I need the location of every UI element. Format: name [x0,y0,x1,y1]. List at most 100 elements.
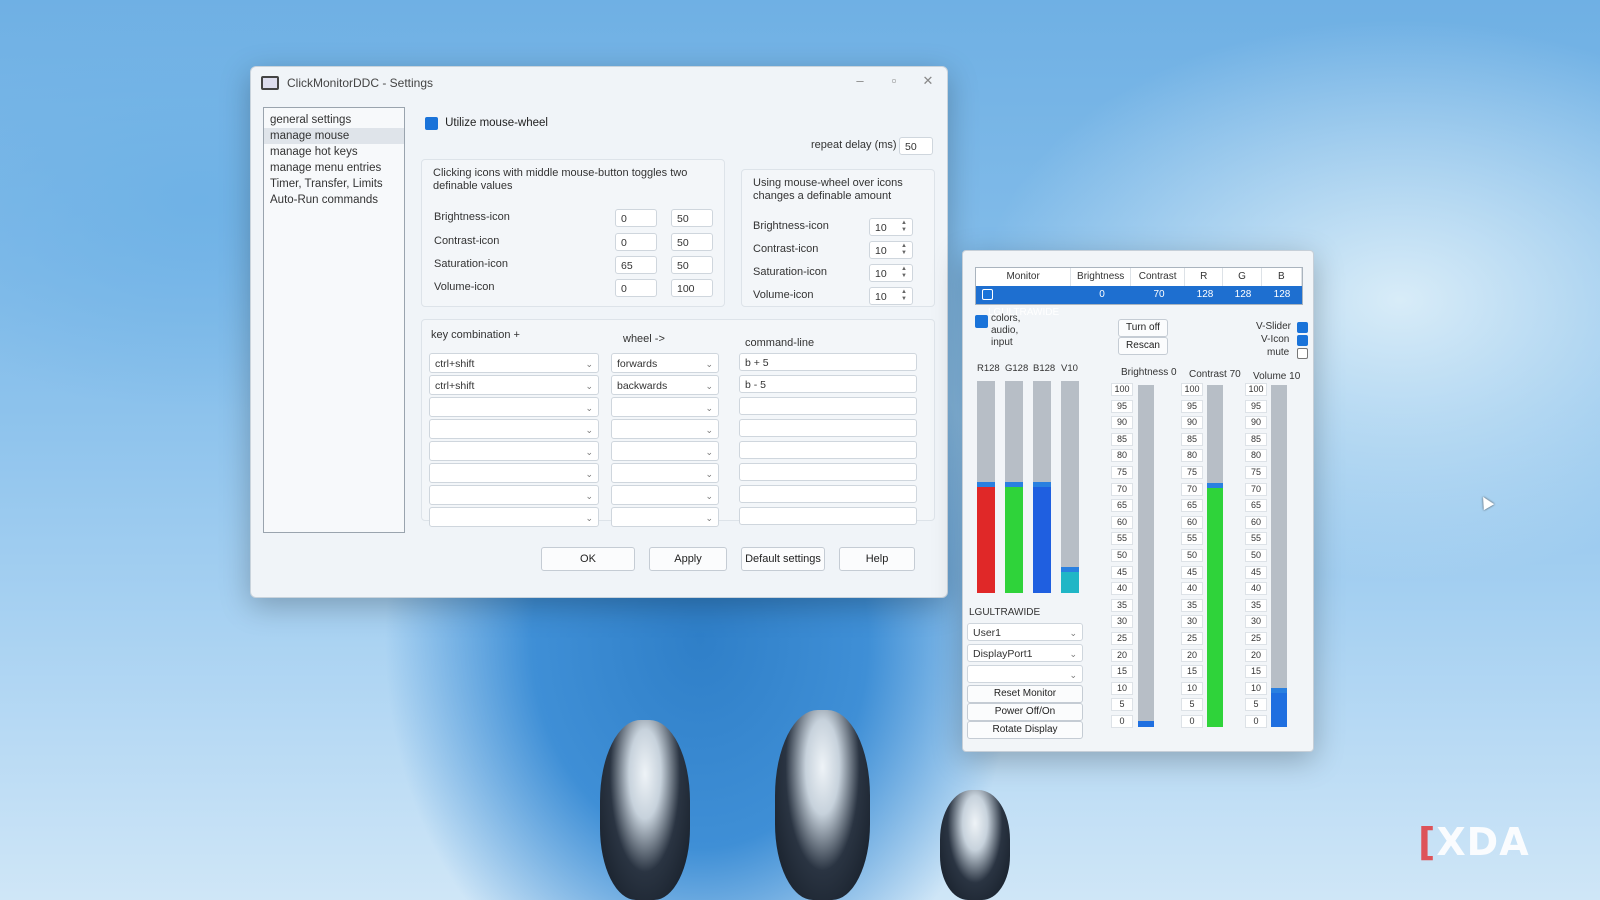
brightness-value-1[interactable]: 0 [615,209,657,227]
contrast-scale-label[interactable]: 0 [1181,715,1203,728]
brightness-scale-label[interactable]: 30 [1111,615,1133,629]
contrast-scale-label[interactable]: 100 [1181,383,1203,396]
contrast-value-2[interactable]: 50 [671,233,713,251]
brightness-value-2[interactable]: 50 [671,209,713,227]
volume-scale-label[interactable]: 55 [1245,532,1267,546]
spinner-arrows-icon[interactable]: ▲ ▼ [901,266,910,280]
nav-item-manage-hot-keys[interactable]: manage hot keys [264,144,404,160]
power-off-on-button[interactable]: Power Off/On [967,703,1083,721]
volume-scale-label[interactable]: 45 [1245,565,1267,579]
preset-select[interactable]: User1 ⌄ [967,623,1083,641]
brightness-amount-spinner[interactable]: 10 ▲ ▼ [869,218,913,236]
spinner-arrows-icon[interactable]: ▲ ▼ [901,289,910,303]
default-settings-button[interactable]: Default settings [741,547,825,571]
contrast-scale-label[interactable]: 70 [1181,482,1203,496]
contrast-scale-label[interactable]: 25 [1181,632,1203,645]
col-r[interactable]: R [1185,268,1224,286]
command-line-input[interactable] [739,485,917,503]
brightness-scale-label[interactable]: 60 [1111,515,1133,529]
wheel-direction-select[interactable]: forwards ⌄ [611,353,719,373]
key-combination-select[interactable]: ⌄ [429,441,599,461]
volume-scale-label[interactable]: 50 [1245,549,1267,562]
command-line-input[interactable] [739,441,917,459]
volume-amount-spinner[interactable]: 10 ▲ ▼ [869,287,913,305]
volume-value-1[interactable]: 0 [615,279,657,297]
command-line-input[interactable]: b + 5 [739,353,917,371]
key-combination-select[interactable]: ctrl+shift ⌄ [429,353,599,373]
monitor-select-checkbox[interactable] [982,288,993,300]
v-slider[interactable] [1061,381,1079,593]
brightness-scale-label[interactable]: 100 [1111,383,1133,396]
brightness-scale-label[interactable]: 45 [1111,565,1133,579]
wheel-direction-select[interactable]: ⌄ [611,485,719,505]
brightness-scale-label[interactable]: 80 [1111,449,1133,463]
saturation-value-1[interactable]: 65 [615,256,657,274]
brightness-scale-label[interactable]: 5 [1111,698,1133,712]
r-slider[interactable] [977,381,995,593]
contrast-amount-spinner[interactable]: 10 ▲ ▼ [869,241,913,259]
contrast-scale-label[interactable]: 60 [1181,515,1203,529]
volume-scale-label[interactable]: 90 [1245,416,1267,430]
command-line-input[interactable] [739,463,917,481]
contrast-scale-label[interactable]: 5 [1181,698,1203,712]
nav-item-timer-transfer-limits[interactable]: Timer, Transfer, Limits [264,176,404,192]
contrast-value-1[interactable]: 0 [615,233,657,251]
volume-scale-label[interactable]: 0 [1245,715,1267,728]
brightness-scale-label[interactable]: 40 [1111,582,1133,596]
key-combination-select[interactable]: ctrl+shift ⌄ [429,375,599,395]
brightness-scale-label[interactable]: 85 [1111,432,1133,446]
monitor-row[interactable]: LGULTRAWIDE 0 70 128 128 128 [976,286,1302,318]
volume-scale-label[interactable]: 10 [1245,681,1267,695]
volume-scale-label[interactable]: 35 [1245,598,1267,612]
brightness-scale-label[interactable]: 15 [1111,665,1133,679]
brightness-scale-label[interactable]: 55 [1111,532,1133,546]
saturation-value-2[interactable]: 50 [671,256,713,274]
minimize-icon[interactable]: – [851,73,869,89]
nav-item-auto-run-commands[interactable]: Auto-Run commands [264,192,404,208]
brightness-scale-label[interactable]: 70 [1111,482,1133,496]
contrast-scale-label[interactable]: 10 [1181,681,1203,695]
col-brightness[interactable]: Brightness [1071,268,1132,286]
contrast-scale-label[interactable]: 45 [1181,565,1203,579]
contrast-scale-label[interactable]: 75 [1181,466,1203,479]
rotate-display-button[interactable]: Rotate Display [967,721,1083,739]
reset-monitor-button[interactable]: Reset Monitor [967,685,1083,703]
brightness-scale-label[interactable]: 50 [1111,549,1133,562]
volume-scale-label[interactable]: 70 [1245,482,1267,496]
col-g[interactable]: G [1223,268,1262,286]
col-contrast[interactable]: Contrast [1131,268,1186,286]
command-line-input[interactable] [739,419,917,437]
brightness-scale-label[interactable]: 10 [1111,681,1133,695]
nav-item-manage-menu-entries[interactable]: manage menu entries [264,160,404,176]
mute-checkbox[interactable] [1297,348,1308,359]
contrast-scale-label[interactable]: 55 [1181,532,1203,546]
wheel-direction-select[interactable]: ⌄ [611,441,719,461]
volume-scale-label[interactable]: 65 [1245,499,1267,513]
v-icon-checkbox[interactable] [1297,335,1308,346]
volume-scale-label[interactable]: 60 [1245,515,1267,529]
wheel-direction-select[interactable]: ⌄ [611,397,719,417]
brightness-scale-label[interactable]: 75 [1111,466,1133,479]
volume-scale-label[interactable]: 95 [1245,399,1267,413]
col-b[interactable]: B [1262,268,1302,286]
wheel-direction-select[interactable]: backwards ⌄ [611,375,719,395]
contrast-scale-label[interactable]: 20 [1181,648,1203,662]
command-line-input[interactable] [739,397,917,415]
volume-scale-label[interactable]: 40 [1245,582,1267,596]
extra-select[interactable]: ⌄ [967,665,1083,683]
key-combination-select[interactable]: ⌄ [429,397,599,417]
key-combination-select[interactable]: ⌄ [429,485,599,505]
contrast-scale-label[interactable]: 30 [1181,615,1203,629]
turn-off-button[interactable]: Turn off [1118,319,1168,337]
contrast-scale-label[interactable]: 80 [1181,449,1203,463]
wheel-direction-select[interactable]: ⌄ [611,463,719,483]
volume-scale-label[interactable]: 85 [1245,432,1267,446]
brightness-scale-label[interactable]: 25 [1111,632,1133,645]
maximize-icon[interactable]: ▫ [885,73,903,89]
contrast-slider[interactable] [1207,385,1223,727]
help-button[interactable]: Help [839,547,915,571]
spinner-arrows-icon[interactable]: ▲ ▼ [901,220,910,234]
spinner-arrows-icon[interactable]: ▲ ▼ [901,243,910,257]
volume-scale-label[interactable]: 30 [1245,615,1267,629]
contrast-scale-label[interactable]: 95 [1181,399,1203,413]
